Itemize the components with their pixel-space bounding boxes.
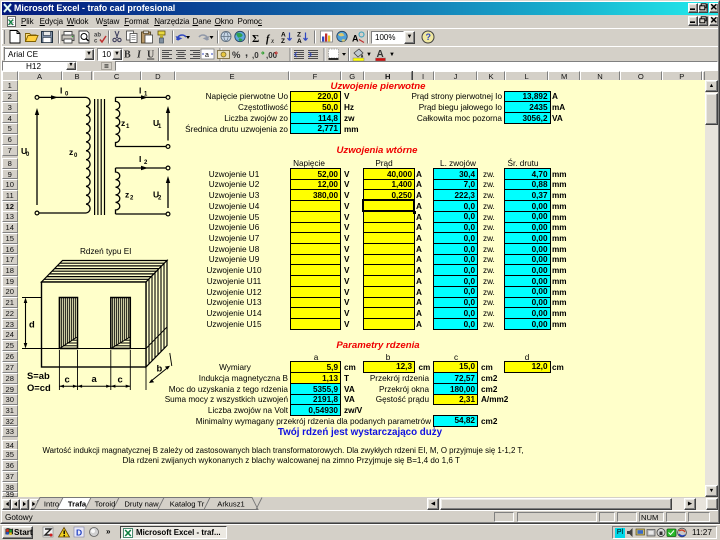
svg-text:Intro: Intro <box>44 500 59 509</box>
svg-text:Toroid: Toroid <box>95 500 116 509</box>
svg-text:Druty naw: Druty naw <box>124 500 159 509</box>
svg-text:»: » <box>106 527 111 536</box>
svg-text:Trafa: Trafa <box>68 500 87 509</box>
svg-text:Arkusz1: Arkusz1 <box>217 500 244 509</box>
svg-text:D: D <box>76 528 82 538</box>
svg-text:Katalog Tr: Katalog Tr <box>170 500 205 509</box>
